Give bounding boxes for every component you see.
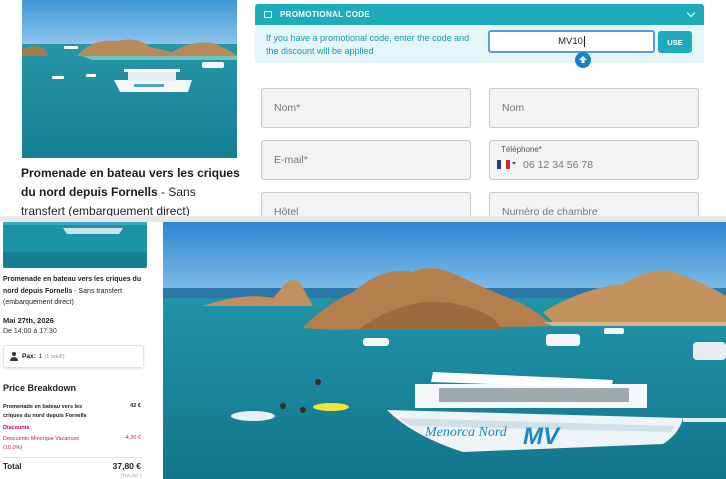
price-item-label: Promenade en bateau vers les criques du …	[3, 404, 87, 419]
screenshot-root: Promenade en bateau vers les criques du …	[0, 0, 726, 479]
summary-tour-title: Promenade en bateau vers les criques du …	[3, 276, 142, 306]
promo-code-section: PROMOTIONAL CODE If you have a promotion…	[255, 4, 704, 68]
phone-placeholder: 06 12 34 56 78	[523, 159, 594, 171]
discounts-label: Discounts	[3, 425, 30, 431]
email-field[interactable]: E-mail*	[261, 140, 471, 180]
chevron-down-icon[interactable]	[686, 8, 696, 18]
booking-summary-panel: Promenade en bateau vers les criques du …	[0, 222, 726, 479]
promo-header-title: PROMOTIONAL CODE	[280, 10, 370, 19]
caret-down-icon[interactable]	[512, 162, 516, 165]
summary-sidebar: Promenade en bateau vers les criques du …	[0, 222, 150, 479]
total-value: 37,80 €	[112, 461, 141, 471]
price-item-value: 42 €	[130, 403, 141, 409]
discount-description: Descuento Minorque Vacances (10.0%)	[3, 436, 80, 451]
phone-label: Téléphone*	[501, 145, 542, 154]
last-name-field[interactable]: Nom	[489, 88, 699, 128]
tour-time: De 14:00 à 17:30	[3, 328, 57, 335]
boat-logo-label: MV	[523, 423, 561, 450]
first-name-field[interactable]: Nom*	[261, 88, 471, 128]
tour-hero-image	[22, 0, 237, 158]
booking-form-panel: Promenade en bateau vers les criques du …	[0, 0, 726, 222]
promo-code-header[interactable]: PROMOTIONAL CODE	[255, 4, 704, 25]
phone-field[interactable]: Téléphone* 06 12 34 56 78	[489, 140, 699, 180]
pax-label: Pax:	[22, 353, 36, 360]
person-icon	[10, 352, 18, 361]
price-breakdown-title: Price Breakdown	[3, 383, 77, 393]
promo-help-text: If you have a promotional code, enter th…	[266, 33, 470, 56]
arrow-up-icon[interactable]	[575, 52, 591, 68]
discount-value: -4,20 €	[123, 435, 141, 441]
pax-selector[interactable]: Pax: 1 (1 adult)	[3, 345, 144, 368]
use-promo-button[interactable]: USE	[658, 31, 692, 53]
total-label: Total	[3, 462, 22, 471]
pax-value: 1	[38, 353, 43, 360]
tag-icon	[264, 11, 272, 18]
tour-date: Mai 27th, 2026	[3, 316, 54, 325]
promo-code-input[interactable]: MV10	[488, 30, 655, 53]
boat-name-label: Menorca Nord	[424, 425, 508, 440]
tour-title: Promenade en bateau vers les criques du …	[21, 166, 240, 218]
boat-photo: Menorca Nord MV	[163, 222, 726, 479]
tax-note: (TVA incl.)	[120, 473, 141, 478]
pax-detail: (1 adult)	[44, 353, 65, 360]
text-cursor	[583, 36, 585, 47]
tour-thumbnail	[3, 222, 147, 268]
france-flag-icon[interactable]	[497, 160, 510, 169]
total-divider	[3, 457, 143, 458]
